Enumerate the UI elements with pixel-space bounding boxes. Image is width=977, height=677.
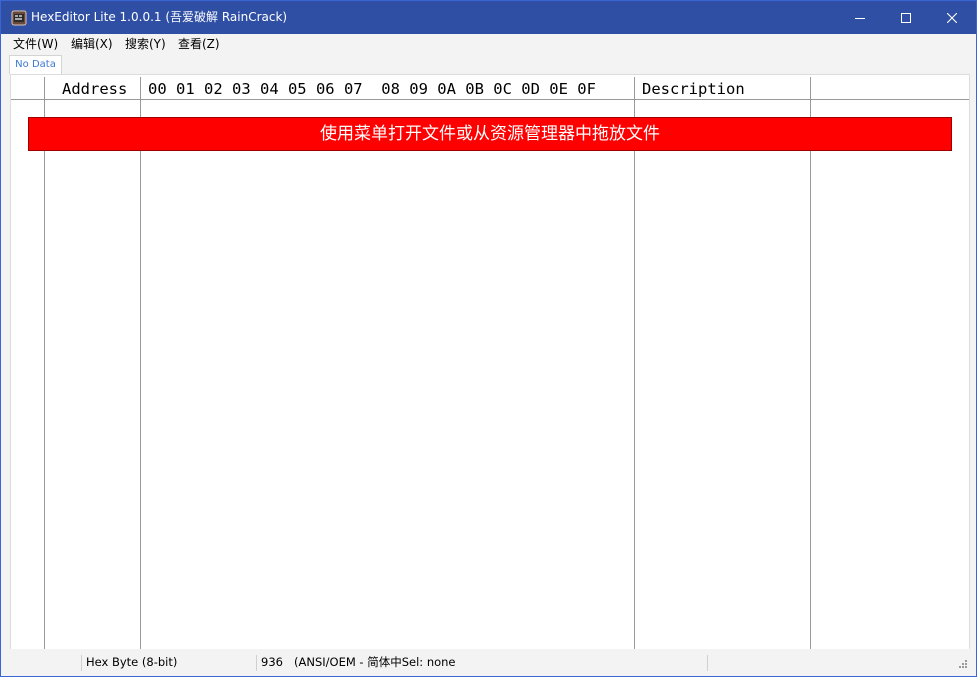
maximize-button[interactable] <box>883 1 929 34</box>
column-divider <box>44 77 45 649</box>
address-column-header: Address <box>62 80 128 98</box>
status-divider <box>256 655 257 671</box>
resize-grip-icon[interactable] <box>956 659 968 671</box>
status-encoding-selection: (ANSI/OEM - 简体中Sel: none <box>294 655 456 669</box>
status-divider <box>81 655 82 671</box>
window-title: HexEditor Lite 1.0.0.1 (吾爱破解 RainCrack) <box>31 10 288 24</box>
menu-file[interactable]: 文件(W) <box>12 34 59 54</box>
minimize-icon <box>855 17 865 19</box>
maximize-icon <box>901 12 911 23</box>
minimize-button[interactable] <box>837 1 883 34</box>
hex-grid[interactable]: Address 00 01 02 03 04 05 06 07 08 09 0A… <box>10 74 970 650</box>
tab-no-data[interactable]: No Data <box>9 55 62 74</box>
description-column-header: Description <box>642 80 745 98</box>
status-bar: Hex Byte (8-bit) 936 (ANSI/OEM - 简体中Sel:… <box>1 649 976 676</box>
close-button[interactable] <box>929 1 975 34</box>
app-window: HexEditor Lite 1.0.0.1 (吾爱破解 RainCrack) … <box>0 0 977 677</box>
column-divider <box>140 77 141 649</box>
menu-edit[interactable]: 编辑(X) <box>70 34 114 54</box>
status-data-type: Hex Byte (8-bit) <box>86 655 178 669</box>
column-divider <box>810 77 811 649</box>
menu-view[interactable]: 查看(Z) <box>177 34 221 54</box>
close-icon <box>947 12 957 23</box>
menu-bar: 文件(W) 编辑(X) 搜索(Y) 查看(Z) <box>1 34 976 54</box>
empty-state-banner: 使用菜单打开文件或从资源管理器中拖放文件 <box>28 117 952 151</box>
column-divider <box>634 77 635 649</box>
title-bar[interactable]: HexEditor Lite 1.0.0.1 (吾爱破解 RainCrack) <box>1 1 976 34</box>
status-codepage: 936 <box>261 655 283 669</box>
app-icon <box>11 10 27 26</box>
status-divider <box>707 655 708 671</box>
menu-search[interactable]: 搜索(Y) <box>124 34 167 54</box>
byte-offset-header: 00 01 02 03 04 05 06 07 08 09 0A 0B 0C 0… <box>148 80 596 98</box>
